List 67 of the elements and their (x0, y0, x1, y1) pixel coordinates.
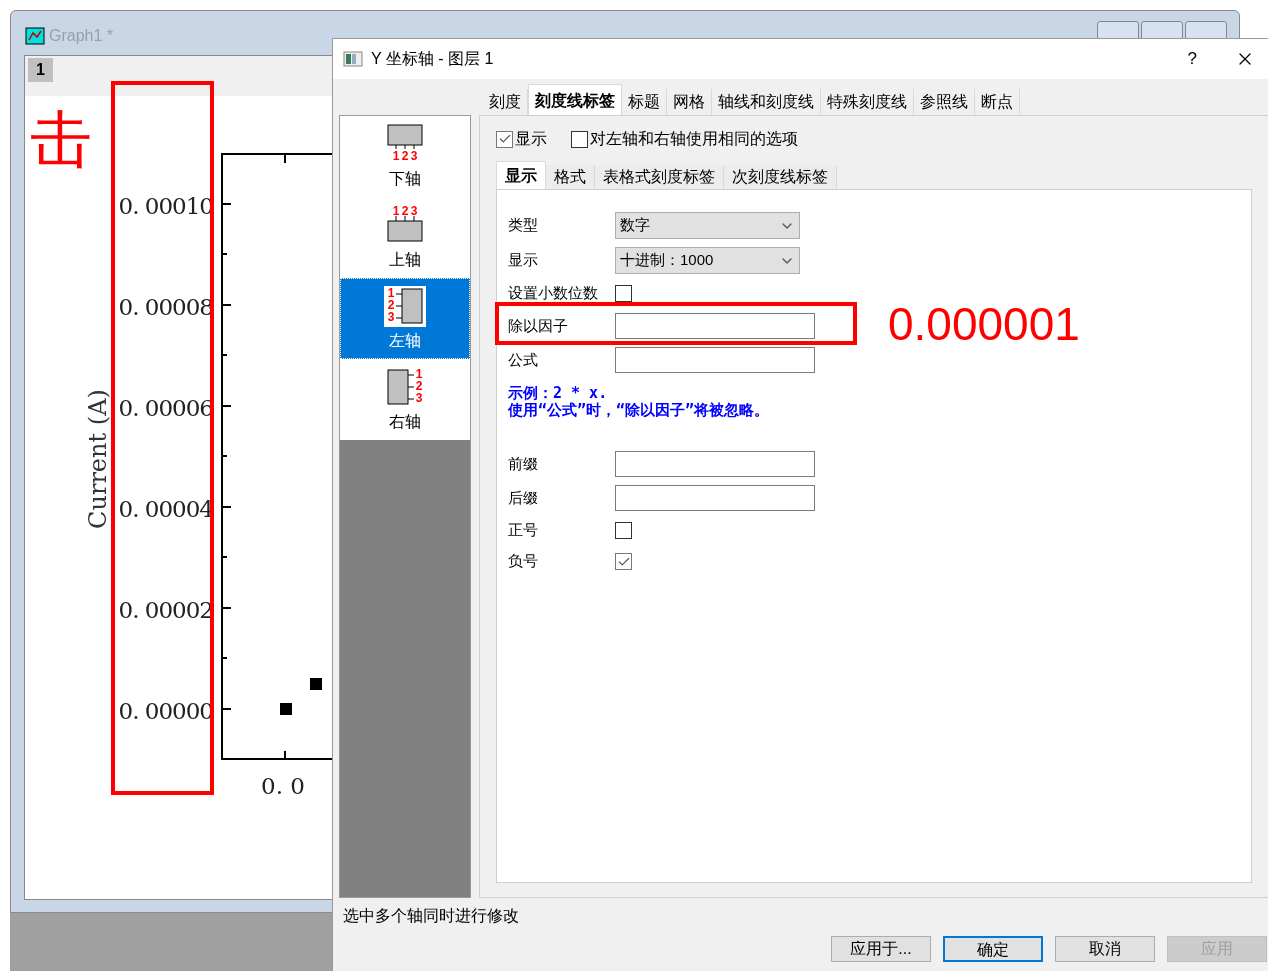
status-text: 选中多个轴同时进行修改 (343, 906, 520, 926)
axis-label: 右轴 (389, 411, 421, 432)
axis-icon: 1 2 3 (382, 284, 428, 327)
dropdown[interactable]: 数字 (615, 212, 800, 239)
tab[interactable]: 格式 (546, 165, 595, 189)
axis-list-item[interactable]: 1 2 3 上轴 (340, 197, 470, 278)
tab[interactable]: 显示 (496, 161, 546, 189)
axis-label: 左轴 (389, 330, 421, 351)
check-icon (497, 132, 512, 146)
axis-label: 上轴 (389, 249, 421, 270)
data-point (280, 703, 292, 715)
field-label: 后缀 (508, 487, 539, 508)
dialog-button[interactable]: 确定 (943, 936, 1043, 962)
field-label: 类型 (508, 215, 539, 236)
checkbox[interactable] (571, 130, 588, 148)
field-label: 显示 (508, 250, 539, 271)
field-label: 负号 (508, 551, 539, 572)
window-control-button[interactable] (1097, 21, 1139, 41)
tick-label: 0. 00004 (118, 495, 213, 523)
input-field[interactable] (615, 313, 815, 339)
annotation-text: 击 (30, 104, 92, 176)
tab[interactable]: 轴线和刻度线 (712, 89, 821, 115)
dialog-button[interactable]: 取消 (1055, 936, 1155, 962)
input-field[interactable] (615, 347, 815, 373)
annotation-text: 0.000001 (888, 297, 1080, 352)
window-icon (343, 51, 363, 67)
tick-label: 0. 00008 (118, 293, 213, 321)
window-title: Graph1 * (49, 26, 114, 46)
tick-label: 0. 00002 (118, 596, 213, 624)
data-point (310, 678, 322, 690)
graph-icon (25, 27, 45, 45)
layer-tab[interactable]: 1 (28, 58, 53, 82)
tab[interactable]: 标题 (622, 89, 667, 115)
field-label: 设置小数位数 (508, 283, 599, 304)
window-control-button[interactable] (1185, 21, 1227, 41)
tab[interactable]: 断点 (975, 89, 1020, 115)
tab[interactable]: 刻度线标签 (528, 84, 622, 115)
help-button[interactable]: ? (1187, 46, 1197, 72)
axis-list-item[interactable]: 1 2 3 左轴 (340, 278, 470, 359)
axis-list-item[interactable]: 1 2 3 右轴 (340, 359, 470, 440)
dropdown[interactable]: 十进制：1000 (615, 247, 800, 274)
tab[interactable]: 特殊刻度线 (821, 89, 914, 115)
tab[interactable]: 表格式刻度标签 (595, 165, 724, 189)
window-control-button[interactable] (1141, 21, 1183, 41)
field-label: 正号 (508, 520, 539, 541)
field-label: 除以因子 (508, 315, 569, 336)
dialog-button[interactable]: 应用于... (831, 936, 931, 962)
input-field[interactable] (615, 451, 815, 477)
checkbox[interactable] (615, 285, 632, 302)
dialog-title: Y 坐标轴 - 图层 1 (371, 49, 494, 69)
tab[interactable]: 次刻度线标签 (724, 165, 837, 189)
axis-title: Current (A) (83, 388, 113, 531)
hint-text: 示例：2 * x. (508, 385, 609, 402)
field-label: 公式 (508, 349, 539, 370)
tab[interactable]: 参照线 (914, 89, 975, 115)
checkbox[interactable] (496, 130, 513, 148)
field-label: 前缀 (508, 453, 539, 474)
tick-label: 0. 0 (261, 772, 305, 800)
input-field[interactable] (615, 485, 815, 511)
tab[interactable]: 网格 (667, 89, 712, 115)
checkbox[interactable] (615, 522, 632, 539)
checkbox-label: 显示 (515, 129, 547, 149)
hint-text: 使用“公式”时，“除以因子”将被忽略。 (508, 402, 771, 419)
checkbox-label: 对左轴和右轴使用相同的选项 (590, 129, 798, 149)
checkbox[interactable] (615, 553, 632, 570)
axis-label: 下轴 (389, 168, 421, 189)
axis-list-item[interactable]: 1 2 3 下轴 (340, 116, 470, 197)
